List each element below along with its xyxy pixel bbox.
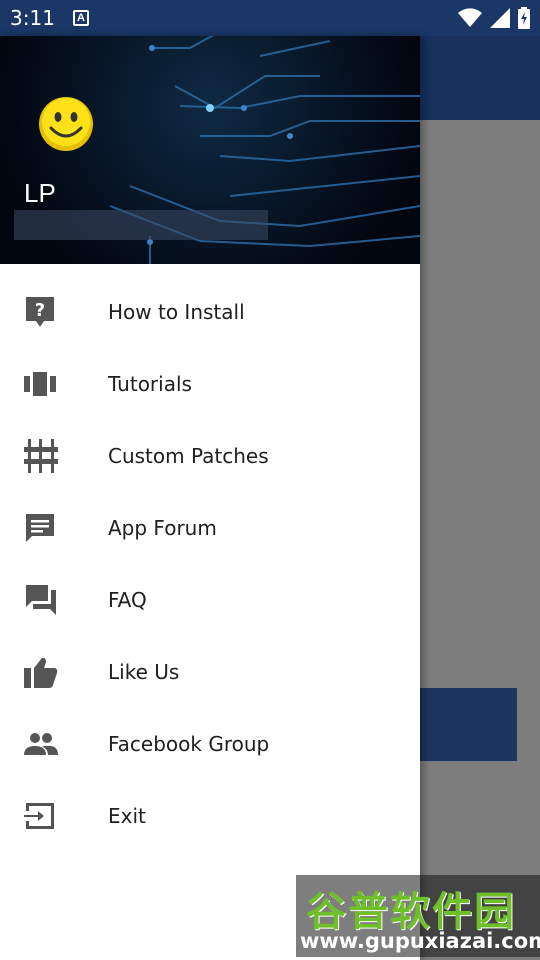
user-name: LP	[24, 178, 56, 208]
navigation-drawer: LP ? How to Install Tutorials Custom Pat…	[0, 36, 420, 960]
menu-item-how-to-install[interactable]: ? How to Install	[0, 276, 420, 348]
menu-item-label: Facebook Group	[108, 732, 270, 756]
help-icon: ?	[0, 295, 108, 329]
carousel-icon	[0, 372, 108, 396]
menu-item-facebook-group[interactable]: Facebook Group	[0, 708, 420, 780]
wifi-icon	[458, 8, 482, 27]
menu-item-label: Exit	[108, 804, 146, 828]
watermark-url: www.gupuxiazai.com	[300, 929, 540, 953]
menu-item-app-forum[interactable]: App Forum	[0, 492, 420, 564]
svg-text:?: ?	[35, 300, 45, 321]
equalizer-icon	[0, 439, 108, 473]
menu-item-faq[interactable]: FAQ	[0, 564, 420, 636]
menu-item-label: App Forum	[108, 516, 217, 540]
menu-item-like-us[interactable]: Like Us	[0, 636, 420, 708]
status-time: 3:11	[10, 6, 55, 30]
menu-item-exit[interactable]: Exit	[0, 780, 420, 852]
menu-item-label: Like Us	[108, 660, 180, 684]
group-icon	[0, 733, 108, 755]
thumb-up-icon	[0, 656, 108, 688]
watermark: 谷普软件园 www.gupuxiazai.com	[296, 875, 540, 957]
menu-item-label: FAQ	[108, 588, 147, 612]
menu-item-label: Tutorials	[108, 372, 192, 396]
background-card	[410, 688, 517, 761]
exit-icon	[0, 801, 108, 831]
battery-icon	[518, 7, 530, 29]
message-icon	[0, 512, 108, 544]
notification-icon: A	[72, 10, 89, 26]
user-email-redacted	[14, 210, 268, 240]
menu-item-label: How to Install	[108, 300, 245, 324]
forum-icon	[0, 583, 108, 617]
drawer-menu: ? How to Install Tutorials Custom Patche…	[0, 264, 420, 852]
menu-item-tutorials[interactable]: Tutorials	[0, 348, 420, 420]
drawer-header: LP	[0, 36, 420, 264]
signal-icon	[490, 8, 510, 28]
menu-item-label: Custom Patches	[108, 444, 269, 468]
smiley-icon[interactable]	[38, 96, 94, 152]
status-bar: 3:11 A	[0, 0, 540, 36]
menu-item-custom-patches[interactable]: Custom Patches	[0, 420, 420, 492]
